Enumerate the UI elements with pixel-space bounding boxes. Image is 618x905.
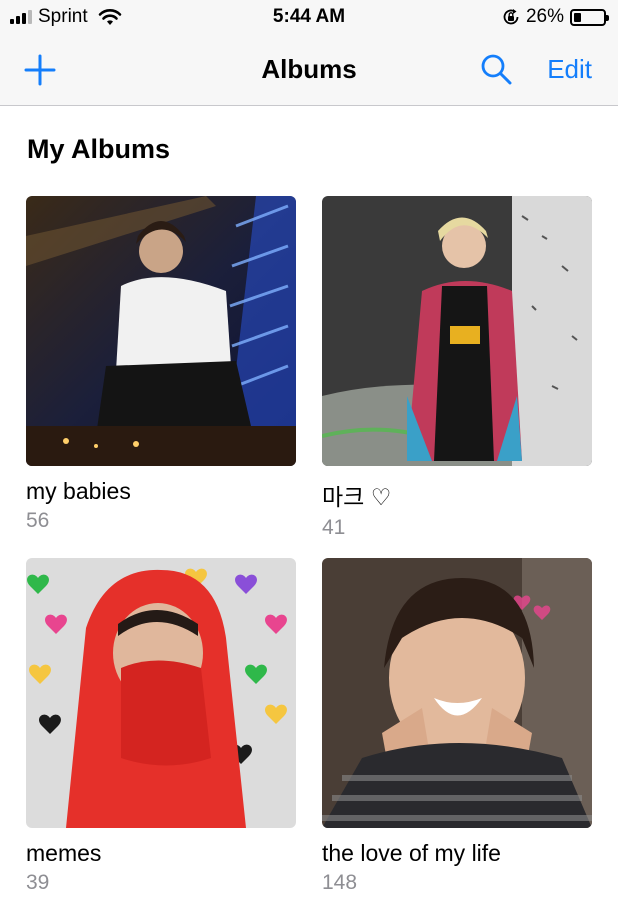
smiling-photo [322,558,592,828]
album-name: my babies [26,478,131,504]
album-tile[interactable]: memes 39 [26,558,296,895]
album-thumbnail[interactable] [322,196,592,466]
battery-percent: 26% [525,6,564,27]
album-tile[interactable]: my babies 56 [26,196,296,533]
navigation-bar: Albums Edit [0,34,618,106]
album-name: memes [26,840,102,866]
status-bar: Sprint 5:44 AM 26% [0,0,618,34]
battery-icon [570,8,609,26]
album-tile[interactable]: the love of my life 148 [322,558,592,895]
battery-level [574,12,581,22]
status-right: 26% [502,6,609,28]
edit-button[interactable]: Edit [547,54,592,85]
album-thumbnail[interactable] [322,558,592,828]
album-thumbnail[interactable] [26,196,296,466]
album-count: 41 [322,516,346,539]
album-name: 마크 ♡ [322,484,392,510]
rotation-lock-icon [503,9,519,25]
section-title: My Albums [27,134,171,164]
concert-photo [26,196,296,466]
search-icon[interactable] [478,51,514,87]
album-name: the love of my life [322,840,501,866]
page-title: Albums [261,54,357,84]
album-tile[interactable]: 마크 ♡ 41 [322,196,592,540]
album-count: 56 [26,509,50,532]
album-count: 39 [26,871,50,894]
hearts-meme-photo [26,558,296,828]
album-count: 148 [322,871,358,894]
album-thumbnail[interactable] [26,558,296,828]
studio-photo [322,196,592,466]
